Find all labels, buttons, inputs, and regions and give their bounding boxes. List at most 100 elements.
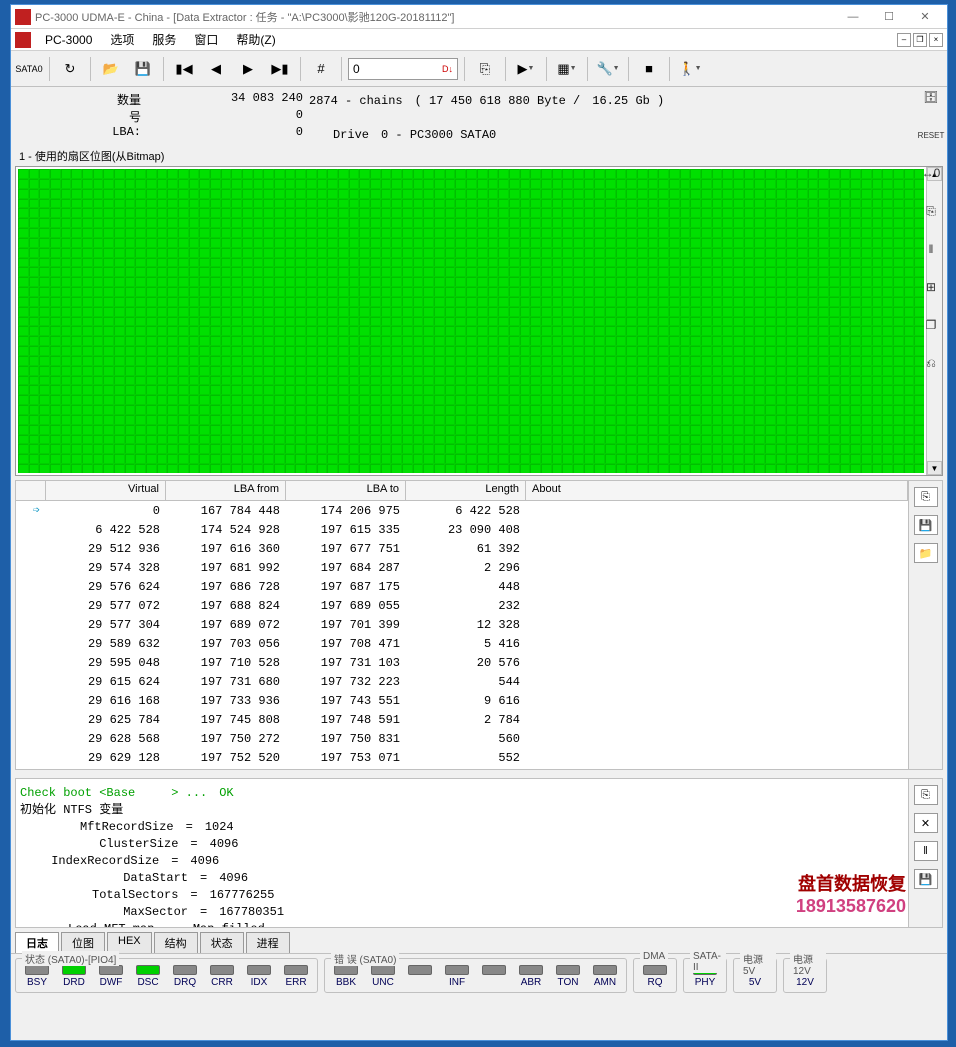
table-row[interactable]: 29 512 936197 616 360197 677 75161 392 xyxy=(16,539,908,558)
tab-log[interactable]: 日志 xyxy=(15,932,59,953)
rtool-range-icon[interactable]: ↔0 xyxy=(919,161,943,185)
tools-icon[interactable]: 🔧▼ xyxy=(594,55,622,83)
mdi-restore-button[interactable]: ❐ xyxy=(913,33,927,47)
status-led: UNC xyxy=(366,965,400,988)
bottom-tabs: 日志 位图 HEX 结构 状态 进程 xyxy=(11,932,947,953)
table-row[interactable]: 29 615 624197 731 680197 732 223544 xyxy=(16,672,908,691)
log-line: DataStart = 4096 xyxy=(20,868,904,885)
menu-help[interactable]: 帮助(Z) xyxy=(228,29,283,50)
col-lbato[interactable]: LBA to xyxy=(286,481,406,500)
num-label: 号 xyxy=(19,108,149,125)
status-group: SATA-IIPHY xyxy=(683,958,727,993)
tab-struct[interactable]: 结构 xyxy=(154,932,198,953)
table-row[interactable]: 29 625 784197 745 808197 748 5912 784 xyxy=(16,710,908,729)
table-action2-icon[interactable]: 💾 xyxy=(914,515,938,535)
tab-hex[interactable]: HEX xyxy=(107,932,152,953)
rtool-grid-icon[interactable]: ⊞ xyxy=(919,275,943,299)
maximize-button[interactable]: ☐ xyxy=(871,7,907,27)
count-value: 34 083 240 xyxy=(149,91,309,108)
status-led: INF xyxy=(440,965,474,988)
table-row[interactable]: 6 422 528174 524 928197 615 33523 090 40… xyxy=(16,520,908,539)
table-row[interactable]: 29 629 128197 752 520197 753 071552 xyxy=(16,748,908,767)
open-icon[interactable]: 📂 xyxy=(97,55,125,83)
titlebar: PC-3000 UDMA-E - China - [Data Extractor… xyxy=(11,5,947,29)
table-row[interactable]: ➩0167 784 448174 206 9756 422 528 xyxy=(16,501,908,520)
lba-value: 0 xyxy=(149,125,309,142)
menu-app[interactable]: PC-3000 xyxy=(37,31,100,49)
count-label: 数量 xyxy=(19,91,149,108)
menu-options[interactable]: 选项 xyxy=(102,29,142,50)
log-action3-icon[interactable]: ‖ xyxy=(914,841,938,861)
prev-icon[interactable]: ◀ xyxy=(202,55,230,83)
table-row[interactable]: 29 574 328197 681 992197 684 2872 296 xyxy=(16,558,908,577)
mdi-minimize-button[interactable]: – xyxy=(897,33,911,47)
status-led: DRD xyxy=(57,965,91,988)
grid-icon[interactable]: # xyxy=(307,55,335,83)
table-row[interactable]: 29 576 624197 686 728197 687 175448 xyxy=(16,577,908,596)
minimize-button[interactable]: — xyxy=(835,7,871,27)
close-button[interactable]: ✕ xyxy=(907,7,943,27)
table-row[interactable]: 29 577 304197 689 072197 701 39912 328 xyxy=(16,615,908,634)
mdi-close-button[interactable]: × xyxy=(929,33,943,47)
sata-button[interactable]: SATA0 xyxy=(15,55,43,83)
menu-window[interactable]: 窗口 xyxy=(186,29,226,50)
tab-status[interactable]: 状态 xyxy=(200,932,244,953)
lba-label: LBA: xyxy=(19,125,149,142)
save-icon[interactable]: 💾 xyxy=(129,55,157,83)
info-panel: 数量 34 083 240 2874 - chains ( 17 450 618… xyxy=(11,87,947,146)
rtool-copy-icon[interactable]: ⎘ xyxy=(919,199,943,223)
table-icon[interactable]: ▦▼ xyxy=(553,55,581,83)
log-action4-icon[interactable]: 💾 xyxy=(914,869,938,889)
status-group: 电源 12V12V xyxy=(783,958,827,993)
table-row[interactable]: 29 577 072197 688 824197 689 055232 xyxy=(16,596,908,615)
goto-icon[interactable]: ⎘ xyxy=(471,55,499,83)
scroll-down-icon[interactable]: ▼ xyxy=(927,461,942,475)
status-led xyxy=(403,965,437,988)
exit-icon[interactable]: 🚶▼ xyxy=(676,55,704,83)
table-row[interactable]: 29 595 048197 710 528197 731 10320 576 xyxy=(16,653,908,672)
col-about[interactable]: About xyxy=(526,481,908,500)
table-row[interactable]: 29 616 168197 733 936197 743 5519 616 xyxy=(16,691,908,710)
col-length[interactable]: Length xyxy=(406,481,526,500)
log-line: Load MFT map - Map filled xyxy=(20,919,904,927)
log-line: MaxSector = 167780351 xyxy=(20,902,904,919)
offset-input[interactable]: 0D↓ xyxy=(348,58,458,80)
drive-label: Drive xyxy=(309,128,369,142)
rtool-overlay-icon[interactable]: ❐ xyxy=(919,313,943,337)
log-action1-icon[interactable]: ⎘ xyxy=(914,785,938,805)
col-lbafrom[interactable]: LBA from xyxy=(166,481,286,500)
status-group: DMARQ xyxy=(633,958,677,993)
status-led: BBK xyxy=(329,965,363,988)
rtool-reset-icon[interactable]: RESET xyxy=(919,123,943,147)
rtool-db-icon[interactable]: 🗄 xyxy=(919,85,943,109)
last-icon[interactable]: ▶▮ xyxy=(266,55,294,83)
play-icon[interactable]: ▶▼ xyxy=(512,55,540,83)
status-group: 电源 5V5V xyxy=(733,958,777,993)
log-line: Check boot <Base > ... OK xyxy=(20,783,904,800)
next-icon[interactable]: ▶ xyxy=(234,55,262,83)
log-action2-icon[interactable]: ✕ xyxy=(914,813,938,833)
status-led: RQ xyxy=(638,965,672,988)
menu-services[interactable]: 服务 xyxy=(144,29,184,50)
stop-icon[interactable]: ■ xyxy=(635,55,663,83)
table-action1-icon[interactable]: ⎘ xyxy=(914,487,938,507)
table-row[interactable]: 29 589 632197 703 056197 708 4715 416 xyxy=(16,634,908,653)
count-extra: 2874 - chains ( 17 450 618 880 Byte / 16… xyxy=(309,91,939,108)
table-row[interactable]: 29 628 568197 750 272197 750 831560 xyxy=(16,729,908,748)
status-bar: 状态 (SATA0)-[PIO4]BSYDRDDWFDSCDRQCRRIDXER… xyxy=(11,953,947,997)
tab-process[interactable]: 进程 xyxy=(246,932,290,953)
bitmap-view[interactable]: ▲ ▼ xyxy=(15,166,943,476)
log-line: TotalSectors = 167776255 xyxy=(20,885,904,902)
tab-bitmap[interactable]: 位图 xyxy=(61,932,105,953)
status-led: DRQ xyxy=(168,965,202,988)
rtool-pause-icon[interactable]: ‖ xyxy=(919,237,943,261)
num-value: 0 xyxy=(149,108,309,125)
window-title: PC-3000 UDMA-E - China - [Data Extractor… xyxy=(35,9,835,25)
drive-value: 0 - PC3000 SATA0 xyxy=(381,128,496,142)
table-action3-icon[interactable]: 📁 xyxy=(914,543,938,563)
rtool-mark-icon[interactable]: ⎌ xyxy=(919,351,943,375)
refresh-icon[interactable]: ↻ xyxy=(56,55,84,83)
log-panel: Check boot <Base > ... OK 初始化 NTFS 变量 Mf… xyxy=(15,778,943,928)
first-icon[interactable]: ▮◀ xyxy=(170,55,198,83)
col-virtual[interactable]: Virtual xyxy=(46,481,166,500)
